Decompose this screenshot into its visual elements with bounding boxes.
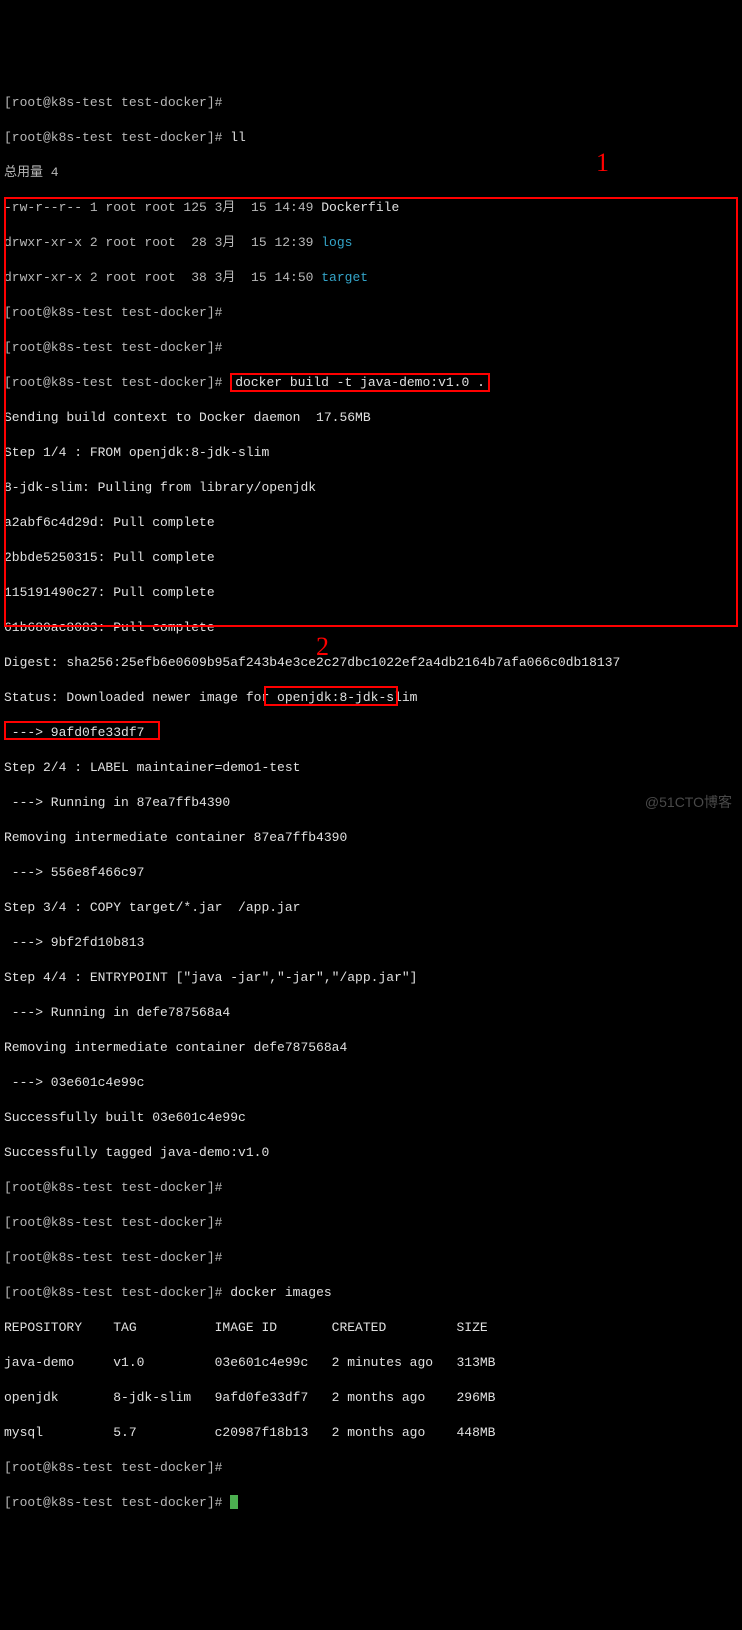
build-output: Successfully built 03e601c4e99c xyxy=(4,1109,738,1127)
build-output: Successfully tagged java-demo:v1.0 xyxy=(4,1144,738,1162)
build-output: Step 1/4 : FROM openjdk:8-jdk-slim xyxy=(4,444,738,462)
build-output: Sending build context to Docker daemon 1… xyxy=(4,409,738,427)
prompt-line: [root@k8s-test test-docker]# xyxy=(4,1249,738,1267)
build-output: Step 2/4 : LABEL maintainer=demo1-test xyxy=(4,759,738,777)
cursor xyxy=(230,1495,238,1509)
prompt-line: [root@k8s-test test-docker]# xyxy=(4,1214,738,1232)
prompt-line: [root@k8s-test test-docker]# xyxy=(4,94,738,112)
build-output: a2abf6c4d29d: Pull complete xyxy=(4,514,738,532)
ls-row: -rw-r--r-- 1 root root 125 3月 15 14:49 D… xyxy=(4,199,738,217)
terminal-output[interactable]: [root@k8s-test test-docker]# [root@k8s-t… xyxy=(4,76,738,1529)
annotation-label-2: 2 xyxy=(316,638,329,656)
prompt-line: [root@k8s-test test-docker]# docker imag… xyxy=(4,1284,738,1302)
build-output: ---> Running in defe787568a4 xyxy=(4,1004,738,1022)
build-output: Status: Downloaded newer image for openj… xyxy=(4,689,738,707)
prompt-line: [root@k8s-test test-docker]# ll xyxy=(4,129,738,147)
images-row: java-demo v1.0 03e601c4e99c 2 minutes ag… xyxy=(4,1354,738,1372)
build-output: Removing intermediate container defe7875… xyxy=(4,1039,738,1057)
build-output: ---> 03e601c4e99c xyxy=(4,1074,738,1092)
images-row: openjdk 8-jdk-slim 9afd0fe33df7 2 months… xyxy=(4,1389,738,1407)
prompt-line: [root@k8s-test test-docker]# xyxy=(4,1179,738,1197)
build-output: Digest: sha256:25efb6e0609b95af243b4e3ce… xyxy=(4,654,738,672)
build-output: 2bbde5250315: Pull complete xyxy=(4,549,738,567)
images-row: mysql 5.7 c20987f18b13 2 months ago 448M… xyxy=(4,1424,738,1442)
watermark: @51CTO博客 xyxy=(645,794,732,812)
total-line: 总用量 4 xyxy=(4,164,738,182)
build-output: Removing intermediate container 87ea7ffb… xyxy=(4,829,738,847)
prompt-line: [root@k8s-test test-docker]# xyxy=(4,304,738,322)
cmd-build-highlight: docker build -t java-demo:v1.0 . xyxy=(230,373,490,392)
prompt-line: [root@k8s-test test-docker]# xyxy=(4,1494,738,1512)
ls-row: drwxr-xr-x 2 root root 28 3月 15 12:39 lo… xyxy=(4,234,738,252)
images-header: REPOSITORY TAG IMAGE ID CREATED SIZE xyxy=(4,1319,738,1337)
prompt-line: [root@k8s-test test-docker]# docker buil… xyxy=(4,374,738,392)
build-output: 8-jdk-slim: Pulling from library/openjdk xyxy=(4,479,738,497)
build-output: Step 4/4 : ENTRYPOINT ["java -jar","-jar… xyxy=(4,969,738,987)
build-output: Step 3/4 : COPY target/*.jar /app.jar xyxy=(4,899,738,917)
build-output: 61b680ac8083: Pull complete xyxy=(4,619,738,637)
build-output: ---> 9afd0fe33df7 xyxy=(4,724,738,742)
prompt-line: [root@k8s-test test-docker]# xyxy=(4,339,738,357)
annotation-label-1: 1 xyxy=(596,154,609,172)
ls-row: drwxr-xr-x 2 root root 38 3月 15 14:50 ta… xyxy=(4,269,738,287)
build-output: 115191490c27: Pull complete xyxy=(4,584,738,602)
build-output: ---> Running in 87ea7ffb4390 xyxy=(4,794,738,812)
prompt-line: [root@k8s-test test-docker]# xyxy=(4,1459,738,1477)
build-output: ---> 556e8f466c97 xyxy=(4,864,738,882)
build-output: ---> 9bf2fd10b813 xyxy=(4,934,738,952)
